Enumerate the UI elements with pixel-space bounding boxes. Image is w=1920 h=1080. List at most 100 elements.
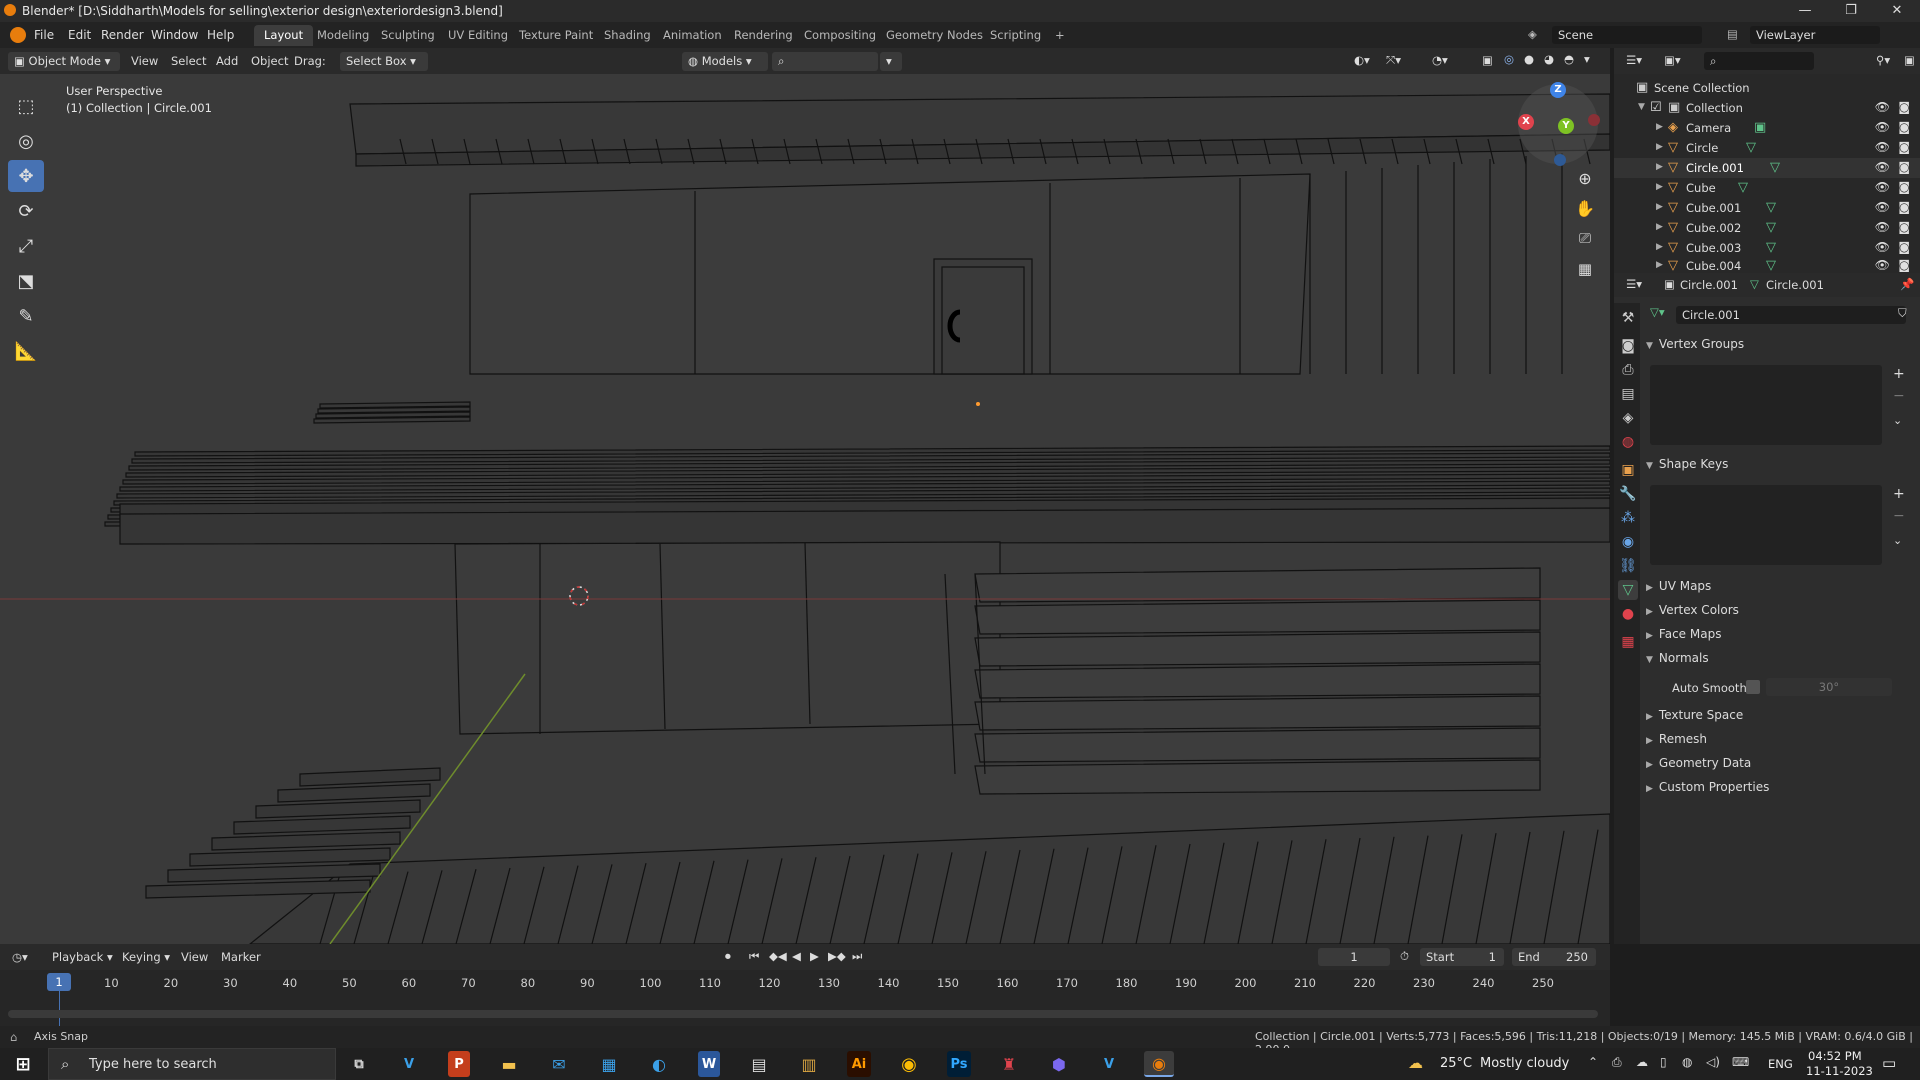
orientation-selector[interactable]: ◍ Models ▾	[682, 52, 768, 71]
menu-keying[interactable]: Keying ▾	[122, 950, 170, 964]
annotate-icon[interactable]: ✎	[8, 300, 44, 332]
current-frame-field[interactable]: 1	[1318, 948, 1390, 966]
tab-uv-editing[interactable]: UV Editing	[438, 25, 518, 46]
outliner-item-cube-001[interactable]: ▶ ▽ Cube.001 ▽ 👁 ◙	[1614, 198, 1920, 218]
measure-icon[interactable]: 📐	[8, 335, 44, 367]
battery-icon[interactable]: ▯	[1660, 1055, 1667, 1069]
gizmo-z-axis[interactable]: Z	[1550, 82, 1566, 98]
timeline-scrollbar[interactable]	[8, 1010, 1598, 1018]
mesh-data-icon[interactable]: ▽	[1766, 200, 1776, 215]
record-icon[interactable]: ⏺	[725, 949, 731, 964]
powerpoint-app-icon[interactable]: P	[448, 1051, 470, 1077]
search-input[interactable]: ⌕	[772, 52, 878, 71]
modifier-tab-icon[interactable]: 🔧	[1618, 484, 1638, 504]
outliner-item-circle[interactable]: ▶ ▽ Circle ▽ 👁 ◙	[1614, 138, 1920, 158]
eye-icon[interactable]: 👁	[1875, 120, 1890, 134]
eye-icon[interactable]: 👁	[1875, 258, 1890, 272]
taskbar-search-box[interactable]: ⌕ Type here to search	[48, 1048, 336, 1080]
render-camera-icon[interactable]: ◙	[1898, 160, 1910, 174]
eye-icon[interactable]: 👁	[1875, 220, 1890, 234]
tab-modeling[interactable]: Modeling	[307, 25, 379, 46]
vertex-group-menu-icon[interactable]: ⌄	[1893, 414, 1902, 427]
next-keyframe-icon[interactable]: ▶◆	[828, 949, 846, 963]
render-camera-icon[interactable]: ◙	[1898, 120, 1910, 134]
pin-icon[interactable]: 📌	[1900, 277, 1914, 291]
sketchup-app-icon[interactable]: ♜	[994, 1051, 1024, 1077]
weather-temperature[interactable]: 25°C	[1440, 1056, 1472, 1071]
tab-rendering[interactable]: Rendering	[724, 25, 803, 46]
blender-menu-icon[interactable]	[10, 27, 26, 43]
panel-normals[interactable]: ▼ Normals	[1646, 651, 1709, 673]
render-camera-icon[interactable]: ◙	[1898, 180, 1910, 194]
3d-viewport[interactable]: User Perspective (1) Collection | Circle…	[0, 74, 1610, 944]
display-mode-icon[interactable]: ▣▾	[1664, 53, 1681, 67]
keyboard-icon[interactable]: ⌨	[1732, 1055, 1749, 1069]
chrome-app-icon[interactable]: ◉	[894, 1051, 924, 1077]
add-shape-key-icon[interactable]: +	[1893, 486, 1905, 502]
render-camera-icon[interactable]: ◙	[1898, 220, 1910, 234]
render-camera-icon[interactable]: ◙	[1898, 140, 1910, 154]
render-camera-icon[interactable]: ◙	[1898, 200, 1910, 214]
app-hexagon-icon[interactable]: ⬢	[1044, 1051, 1074, 1077]
vray-app-icon[interactable]: V	[1094, 1051, 1124, 1077]
outliner-item-cube-004[interactable]: ▶ ▽ Cube.004 ▽ 👁 ◙	[1614, 256, 1920, 273]
jump-end-icon[interactable]: ⏭	[852, 949, 862, 964]
timeline[interactable]: 10 20 30 40 50 60 70 80 90 100 110 120 130 140 150 160 1…	[0, 970, 1610, 1026]
panel-vertex-colors[interactable]: ▶ Vertex Colors	[1646, 603, 1739, 625]
outliner-item-cube-003[interactable]: ▶ ▽ Cube.003 ▽ 👁 ◙	[1614, 238, 1920, 258]
zoom-icon[interactable]: ⊕	[1575, 169, 1595, 188]
tab-animation[interactable]: Animation	[653, 25, 732, 46]
transform-icon[interactable]: ⬔	[8, 265, 44, 297]
wireframe-shading-icon[interactable]: ◎	[1504, 52, 1514, 66]
outliner-item-cube[interactable]: ▶ ▽ Cube ▽ 👁 ◙	[1614, 178, 1920, 198]
eye-icon[interactable]: 👁	[1875, 140, 1890, 154]
eye-icon[interactable]: 👁	[1875, 160, 1890, 174]
tab-shading[interactable]: Shading	[594, 25, 661, 46]
tab-geometry-nodes[interactable]: Geometry Nodes	[876, 25, 993, 46]
panel-shape-keys[interactable]: ▼ Shape Keys	[1646, 457, 1728, 479]
volume-icon[interactable]: ◁)	[1706, 1055, 1720, 1069]
panel-uv-maps[interactable]: ▶ UV Maps	[1646, 579, 1711, 601]
outliner-item-circle-001[interactable]: ▶ ▽ Circle.001 ▽ 👁 ◙	[1614, 158, 1920, 178]
filter-dropdown[interactable]: ▾	[880, 52, 902, 71]
output-tab-icon[interactable]: ⎙	[1618, 360, 1638, 380]
notes-app-icon[interactable]: ▤	[744, 1051, 774, 1077]
render-camera-icon[interactable]: ◙	[1898, 240, 1910, 254]
editor-type-icon[interactable]: ☰▾	[1626, 53, 1642, 67]
render-camera-icon[interactable]: ◙	[1898, 258, 1910, 272]
shape-keys-list[interactable]	[1650, 485, 1882, 565]
menu-view[interactable]: View	[131, 54, 158, 68]
shape-key-menu-icon[interactable]: ⌄	[1893, 534, 1902, 547]
select-box-icon[interactable]: ⬚	[8, 90, 44, 122]
close-button[interactable]: ✕	[1874, 0, 1920, 22]
new-collection-icon[interactable]: ▣	[1904, 53, 1915, 67]
edge-app-icon[interactable]: ◐	[644, 1051, 674, 1077]
menu-marker[interactable]: Marker	[221, 950, 261, 964]
gizmo-neg-x[interactable]	[1588, 114, 1600, 126]
word-app-icon[interactable]: W	[698, 1051, 720, 1077]
language-indicator[interactable]: ENG	[1768, 1057, 1793, 1071]
remove-shape-key-icon[interactable]: −	[1893, 508, 1905, 524]
panel-vertex-groups[interactable]: ▼ Vertex Groups	[1646, 337, 1744, 359]
menu-playback[interactable]: Playback ▾	[52, 950, 113, 964]
network-icon[interactable]: ◍	[1682, 1055, 1692, 1069]
illustrator-app-icon[interactable]: Ai	[847, 1051, 871, 1077]
windows-start-icon[interactable]: ⊞	[8, 1051, 38, 1077]
scene-tab-icon[interactable]: ◈	[1618, 408, 1638, 428]
menu-object[interactable]: Object	[251, 54, 288, 68]
world-tab-icon[interactable]: ◍	[1618, 432, 1638, 452]
mail-app-icon[interactable]: ✉	[544, 1051, 574, 1077]
panel-geometry-data[interactable]: ▶ Geometry Data	[1646, 756, 1751, 778]
rotate-icon[interactable]: ⟳	[8, 195, 44, 227]
timeline-editor-type-icon[interactable]: ◷▾	[12, 950, 28, 964]
add-workspace-button[interactable]: +	[1045, 25, 1075, 46]
menu-add[interactable]: Add	[216, 54, 238, 68]
render-tab-icon[interactable]: ◙	[1618, 336, 1638, 356]
eye-icon[interactable]: 👁	[1875, 100, 1890, 114]
file-explorer-icon[interactable]: ▬	[494, 1051, 524, 1077]
gizmo-y-axis[interactable]: Y	[1558, 118, 1574, 134]
archive-app-icon[interactable]: ▥	[794, 1051, 824, 1077]
gizmo-neg-z[interactable]	[1554, 154, 1566, 166]
stopwatch-icon[interactable]: ⏱	[1400, 949, 1409, 964]
menu-file[interactable]: File	[34, 28, 54, 42]
